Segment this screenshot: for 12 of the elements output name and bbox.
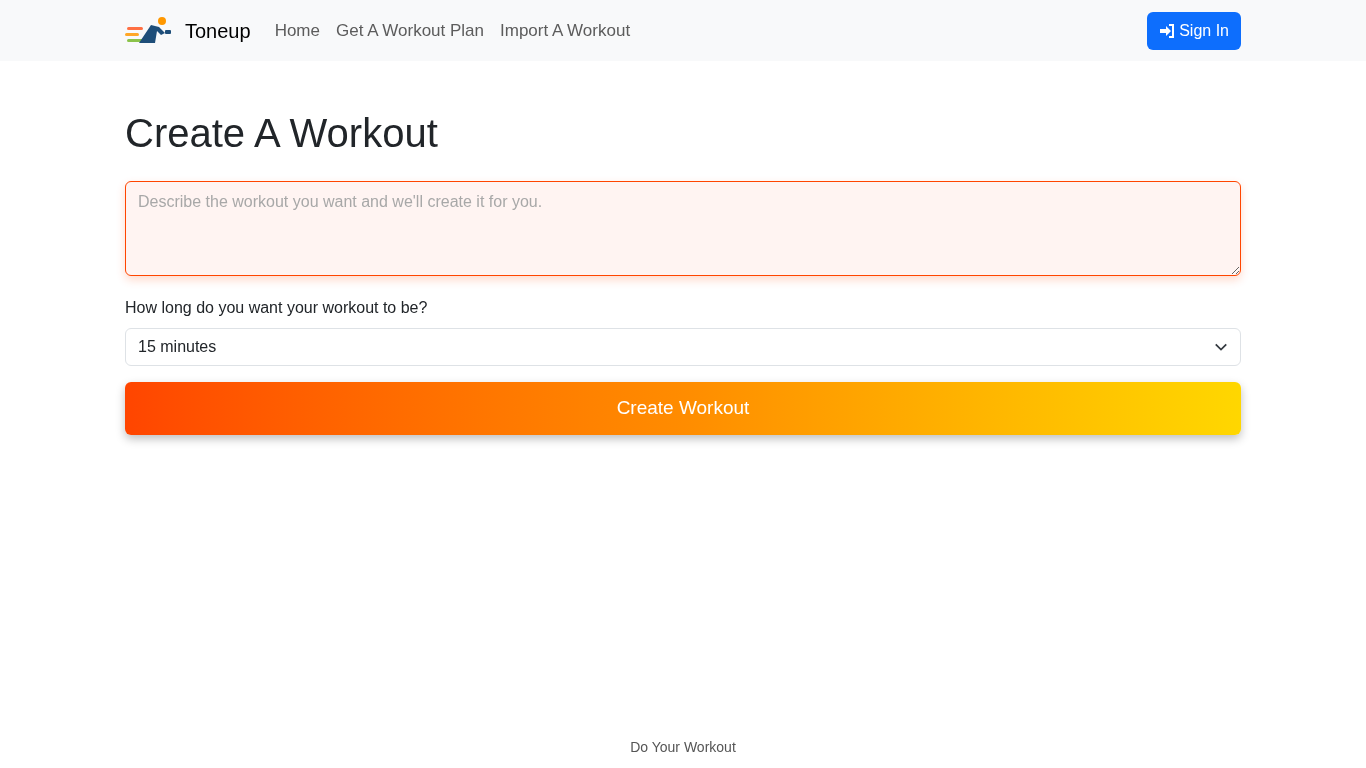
brand-name: Toneup	[185, 18, 251, 44]
duration-label: How long do you want your workout to be?	[125, 298, 429, 318]
nav-link[interactable]: Get A Workout Plan	[328, 17, 493, 44]
sign-in-icon	[1159, 22, 1176, 39]
brand-link[interactable]: Toneup	[125, 14, 251, 47]
workout-description-field[interactable]: Describe the workout you want and we'll create it for you.	[125, 181, 1241, 276]
sign-in-button[interactable]: Sign In	[1147, 11, 1241, 50]
footer-text: Do Your Workout	[629, 738, 737, 757]
nav-link[interactable]: Import A Workout	[492, 17, 639, 44]
duration-select[interactable]: 15 minutes	[125, 328, 1241, 366]
nav-link[interactable]: Home	[266, 17, 328, 44]
page-heading: Create A Workout	[125, 110, 439, 157]
